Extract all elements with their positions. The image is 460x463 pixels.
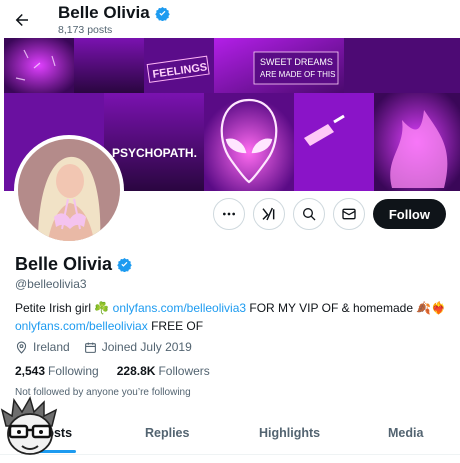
bio-link-1[interactable]: onlyfans.com/belleolivia3 xyxy=(113,301,246,315)
following-link[interactable]: 2,543 Following xyxy=(15,364,99,378)
post-count: 8,173 posts xyxy=(58,24,113,36)
join-date: Joined July 2019 xyxy=(84,340,192,354)
verified-badge-icon[interactable] xyxy=(117,257,132,272)
location: Ireland xyxy=(15,340,70,354)
svg-text:ARE MADE OF THIS: ARE MADE OF THIS xyxy=(260,70,335,79)
grok-button[interactable] xyxy=(252,198,285,230)
bio-text-1: Petite Irish girl ☘️ xyxy=(15,301,113,315)
back-button[interactable] xyxy=(10,8,34,32)
tab-media[interactable]: Media xyxy=(388,426,423,440)
following-count: 2,543 xyxy=(15,364,46,378)
follow-button[interactable]: Follow xyxy=(372,199,446,229)
calendar-icon xyxy=(84,342,96,353)
grok-icon xyxy=(262,207,275,221)
profile-handle: @belleolivia3 xyxy=(15,277,87,291)
mail-icon xyxy=(342,208,356,220)
message-button[interactable] xyxy=(332,198,365,230)
tab-replies[interactable]: Replies xyxy=(145,426,189,440)
profile-tabs: Posts Replies Highlights Media xyxy=(0,418,460,455)
bio-text-3: FREE OF xyxy=(147,319,204,333)
header-name: Belle Olivia xyxy=(58,3,150,22)
bio-link-2[interactable]: onlyfans.com/belleoliviax xyxy=(15,319,148,333)
cartoon-watermark xyxy=(0,396,60,458)
profile-name: Belle Olivia xyxy=(15,254,132,275)
bio-text-2: FOR MY VIP OF & homemade 🍂❤️‍🔥 xyxy=(246,301,447,315)
arrow-left-icon xyxy=(15,14,28,26)
location-pin-icon xyxy=(16,341,27,354)
svg-text:SWEET DREAMS: SWEET DREAMS xyxy=(260,57,333,67)
followers-label: Followers xyxy=(158,364,210,378)
svg-text:PSYCHOPATH.: PSYCHOPATH. xyxy=(112,146,197,160)
following-label: Following xyxy=(48,364,99,378)
location-text: Ireland xyxy=(33,340,70,354)
header-title: Belle Olivia xyxy=(58,3,170,23)
more-button[interactable] xyxy=(212,198,245,230)
followers-count: 228.8K xyxy=(116,364,156,378)
top-bar: Belle Olivia 8,173 posts xyxy=(0,0,460,38)
tab-highlights[interactable]: Highlights xyxy=(259,426,320,440)
followers-link[interactable]: 228.8K Followers xyxy=(117,364,210,378)
profile-actions: Follow xyxy=(212,198,446,230)
follow-stats: 2,543 Following 228.8K Followers xyxy=(15,364,210,378)
more-dots-icon xyxy=(222,212,235,216)
profile-meta: Ireland Joined July 2019 xyxy=(15,340,192,354)
avatar-image xyxy=(18,139,120,241)
search-icon xyxy=(302,208,316,221)
display-name: Belle Olivia xyxy=(15,254,113,274)
join-date-text: Joined July 2019 xyxy=(101,340,192,354)
profile-bio: Petite Irish girl ☘️ onlyfans.com/belleo… xyxy=(15,299,455,335)
search-button[interactable] xyxy=(292,198,325,230)
verified-badge-icon xyxy=(154,6,170,21)
profile-avatar[interactable] xyxy=(14,135,124,245)
